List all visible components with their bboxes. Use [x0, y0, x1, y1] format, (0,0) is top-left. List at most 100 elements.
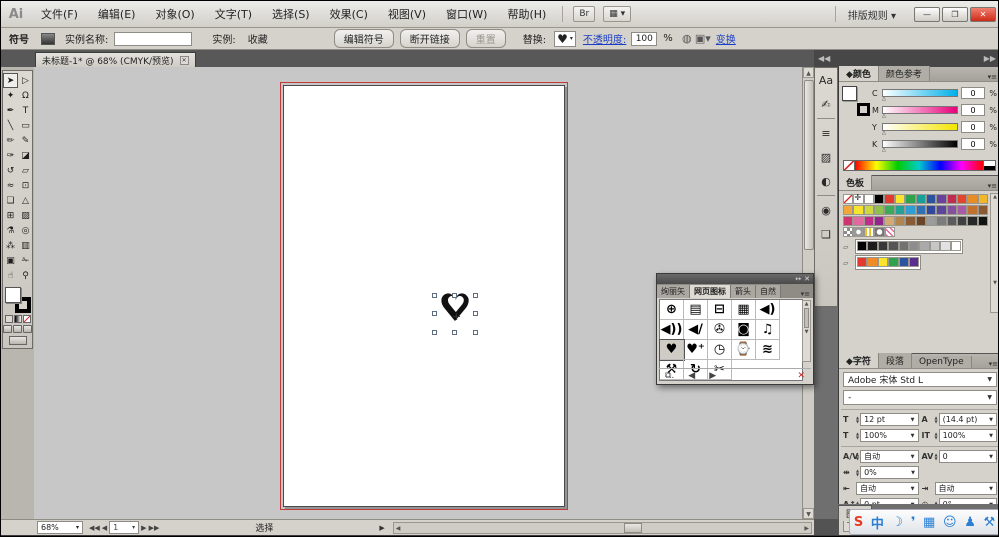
emoji-icon[interactable]: ☺ — [943, 515, 957, 530]
swatch[interactable] — [863, 205, 875, 215]
insert-space-left-field[interactable]: ⇤ 自动 ▼ — [843, 482, 919, 495]
swatch[interactable] — [925, 194, 937, 204]
transparency-panel-icon[interactable]: ◐ — [815, 169, 837, 193]
swatch[interactable] — [946, 205, 957, 215]
kerning-field[interactable]: A∕V ▲ ▼ 自动 ▼ — [843, 450, 919, 463]
swatch[interactable] — [936, 194, 947, 204]
collapse-panel-icon[interactable]: ↔ — [795, 275, 801, 283]
swatch[interactable] — [894, 216, 906, 226]
selection-handle[interactable] — [432, 311, 437, 316]
shopping-cart-icon[interactable]: ⊟ — [708, 300, 732, 320]
color-spectrum-bar[interactable] — [843, 160, 996, 171]
close-button[interactable]: ✕ — [970, 6, 996, 22]
favorites-label[interactable]: 收藏 — [242, 31, 274, 46]
close-tab-icon[interactable]: ✕ — [179, 55, 189, 65]
black-swatch[interactable] — [984, 165, 995, 170]
swatch[interactable] — [940, 241, 951, 251]
menu-item-文件F[interactable]: 文件(F) — [31, 1, 88, 27]
close-panel-icon[interactable]: ✕ — [804, 275, 810, 283]
recolor-artwork-icon[interactable]: ◍ — [679, 32, 695, 45]
swatch[interactable] — [946, 216, 957, 226]
gradient-tool[interactable]: ▨ — [18, 208, 33, 223]
chinese-mode-icon[interactable]: 中 — [871, 513, 884, 532]
clock-icon[interactable]: ◷ — [708, 340, 732, 360]
tab-color[interactable]: ◆颜色 — [839, 66, 879, 81]
perspective-grid-tool[interactable]: △ — [18, 193, 33, 208]
expand-dock-icon[interactable]: ▶▶ — [984, 54, 996, 63]
slider-track[interactable]: △ — [882, 140, 958, 153]
instance-name-input[interactable] — [114, 31, 193, 46]
vertical-scroll-thumb[interactable] — [804, 80, 814, 250]
swatch[interactable] — [977, 216, 989, 226]
slider-track[interactable]: △ — [882, 123, 958, 136]
direct-selection-tool[interactable]: ▷ — [18, 73, 33, 88]
channel-value[interactable]: 0 — [961, 138, 985, 150]
swatch[interactable] — [967, 194, 978, 204]
opacity-link[interactable]: 不透明度: — [578, 31, 631, 46]
swatch[interactable] — [843, 216, 854, 226]
horizontal-scale-field[interactable]: IT ▲ ▼ 100% ▼ — [922, 429, 997, 442]
swatch[interactable] — [884, 194, 895, 204]
none-swatch[interactable] — [844, 161, 855, 170]
tab-color-guide[interactable]: 颜色参考 — [878, 66, 930, 81]
font-size-field[interactable]: T ▲ ▼ 12 pt ▼ — [843, 413, 919, 426]
panel-menu-icon[interactable]: ▾≡ — [798, 290, 813, 298]
blend-tool[interactable]: ◎ — [18, 223, 33, 238]
speaker-mute-icon[interactable]: ◀∕ — [684, 320, 708, 340]
swatch[interactable] — [874, 216, 885, 226]
rectangle-tool[interactable]: ▭ — [18, 118, 33, 133]
swatch[interactable] — [946, 194, 957, 204]
symbols-tab-绚丽矢[interactable]: 绚丽矢 — [657, 285, 690, 298]
color-mode-button[interactable] — [4, 315, 13, 323]
slider-marker[interactable]: △ — [882, 96, 886, 102]
arrange-documents-button[interactable]: ▦ ▾ — [603, 6, 632, 22]
scale-tool[interactable]: ▱ — [18, 163, 33, 178]
selection-handle[interactable] — [473, 330, 478, 335]
menu-item-效果C[interactable]: 效果(C) — [320, 1, 378, 27]
character-styles-panel-icon[interactable]: Aa — [815, 68, 837, 92]
pattern-swatch-dot[interactable] — [853, 227, 864, 237]
width-tool[interactable]: ≈ — [3, 178, 18, 193]
fill-swatch[interactable] — [4, 287, 21, 303]
selection-handle[interactable] — [452, 330, 457, 335]
channel-value[interactable]: 0 — [961, 104, 985, 116]
collapse-dock-icon[interactable]: ◀◀ — [818, 54, 830, 63]
menu-item-视图V[interactable]: 视图(V) — [378, 1, 436, 27]
speaker-loud-icon[interactable]: ◀)) — [660, 320, 684, 340]
swatch[interactable] — [908, 257, 920, 267]
slider-marker[interactable]: △ — [882, 147, 886, 153]
swatch[interactable] — [843, 205, 854, 215]
film-reel-icon[interactable]: ✇ — [708, 320, 732, 340]
bridge-button[interactable]: Br — [573, 6, 596, 22]
alarm-clock-icon[interactable]: ⌚ — [732, 340, 756, 360]
tab-paragraph[interactable]: 段落 — [878, 353, 912, 368]
draw-normal-button[interactable] — [3, 325, 12, 333]
heart-add-icon[interactable]: ♥⁺ — [684, 340, 708, 360]
hand-tool[interactable]: ☝ — [3, 268, 18, 283]
speaker-icon[interactable]: ◀) — [756, 300, 780, 320]
swatch[interactable] — [884, 205, 895, 215]
swatch[interactable] — [905, 194, 916, 204]
panel-menu-icon[interactable]: ▾≡ — [985, 73, 998, 81]
fill-stroke-control[interactable] — [842, 86, 872, 116]
eraser-tool[interactable]: ◪ — [18, 148, 33, 163]
previous-library-icon[interactable]: ◀ — [688, 371, 695, 381]
swatch[interactable] — [915, 194, 926, 204]
selection-tool[interactable]: ➤ — [3, 73, 18, 88]
spectrum-ramp[interactable] — [855, 161, 983, 170]
swatch[interactable] — [936, 216, 947, 226]
line-tool[interactable]: ╲ — [3, 118, 18, 133]
pattern-swatch-hatch[interactable] — [884, 227, 895, 237]
document-tab[interactable]: 未标题-1* @ 68% (CMYK/预览) ✕ — [35, 52, 196, 67]
slider-track[interactable]: △ — [882, 106, 958, 119]
swatch[interactable] — [915, 205, 926, 215]
menu-item-窗口W[interactable]: 窗口(W) — [436, 1, 497, 27]
menu-item-对象O[interactable]: 对象(O) — [145, 1, 204, 27]
column-graph-tool[interactable]: ▥ — [18, 238, 33, 253]
swatch[interactable] — [898, 257, 909, 267]
swatch[interactable] — [877, 257, 889, 267]
lasso-tool[interactable]: Ω — [18, 88, 33, 103]
scroll-left-icon[interactable]: ◀ — [396, 525, 401, 532]
symbols-tab-自然[interactable]: 自然 — [756, 285, 781, 298]
soft-keyboard-icon[interactable]: ▦ — [923, 515, 935, 530]
